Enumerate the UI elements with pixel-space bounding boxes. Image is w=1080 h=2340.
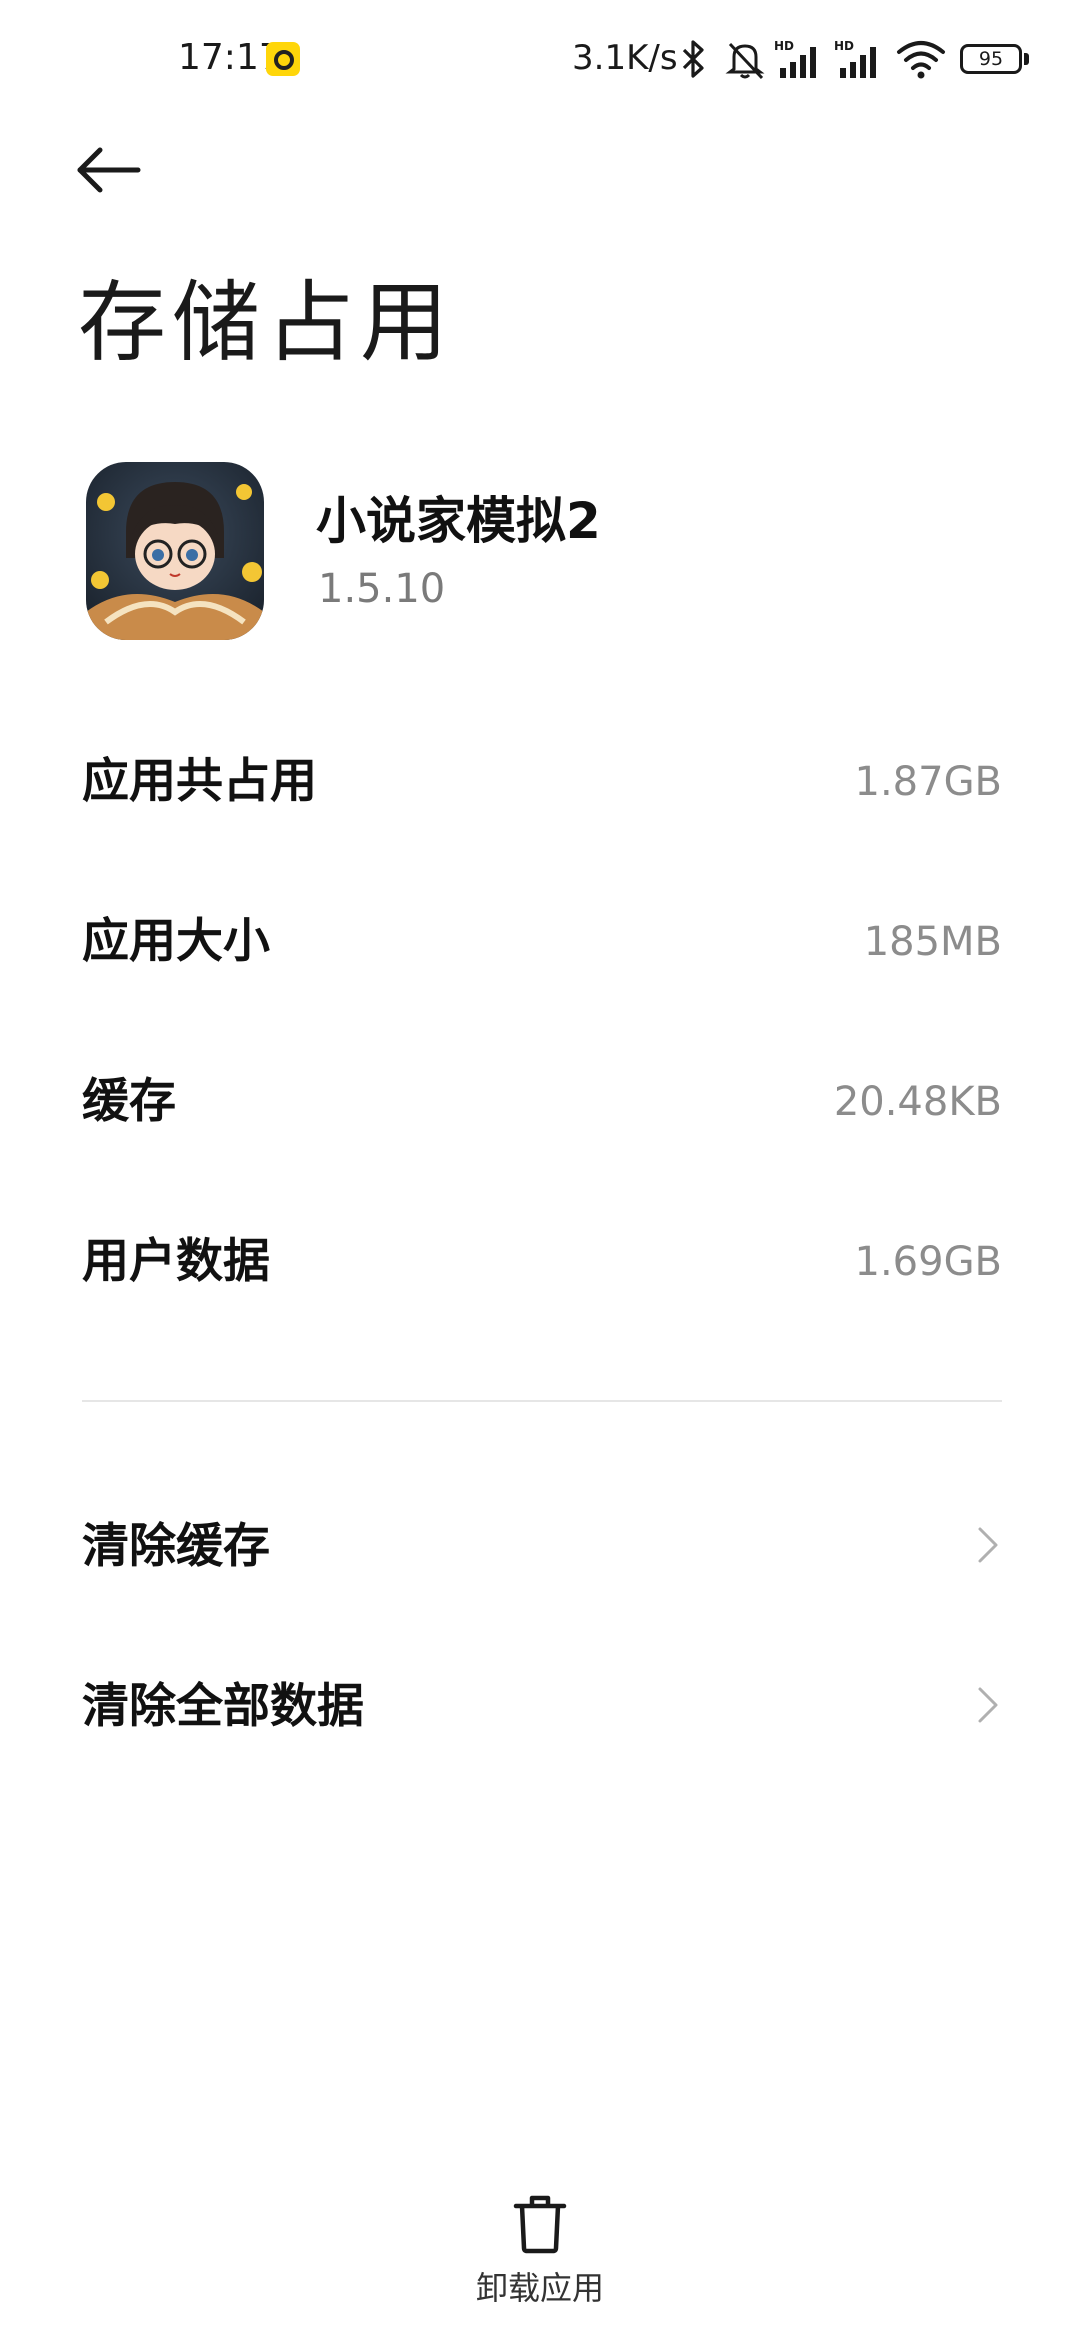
network-speed: 3.1K/s <box>572 38 678 78</box>
storage-page: 17:17 3.1K/s HD HD 95 存储占用 小说家模拟2 1.5.10… <box>0 0 1080 2340</box>
row-label: 缓存 <box>82 1074 176 1129</box>
divider <box>82 1400 1002 1402</box>
storage-row-cache: 缓存 20.48KB <box>0 1050 1080 1150</box>
row-label: 应用共占用 <box>82 754 317 809</box>
row-value: 1.69GB <box>854 1239 1003 1285</box>
row-label: 清除全部数据 <box>82 1679 364 1734</box>
row-label: 清除缓存 <box>82 1519 270 1574</box>
hd-signal-icon: HD <box>774 39 816 78</box>
row-label: 应用大小 <box>82 914 270 969</box>
notification-badge-icon <box>266 42 300 76</box>
battery-cap <box>1024 53 1029 65</box>
hd-signal-icon-2: HD <box>834 39 876 78</box>
app-icon <box>86 462 264 640</box>
svg-text:HD: HD <box>834 39 854 53</box>
clear-all-data-button[interactable]: 清除全部数据 <box>0 1655 1080 1755</box>
clear-cache-button[interactable]: 清除缓存 <box>0 1495 1080 1595</box>
uninstall-button[interactable]: 卸载应用 <box>440 2180 640 2320</box>
storage-row-app-size: 应用大小 185MB <box>0 890 1080 990</box>
chevron-right-icon <box>978 1527 998 1563</box>
row-value: 185MB <box>863 919 1002 965</box>
storage-row-user-data: 用户数据 1.69GB <box>0 1210 1080 1310</box>
row-value: 20.48KB <box>833 1079 1002 1125</box>
bluetooth-icon <box>682 40 704 78</box>
row-value: 1.87GB <box>854 759 1003 805</box>
row-label: 用户数据 <box>82 1234 270 1289</box>
wifi-icon <box>897 41 945 79</box>
app-version: 1.5.10 <box>318 566 446 612</box>
arrow-left-icon[interactable] <box>70 140 150 200</box>
svg-text:HD: HD <box>774 39 794 53</box>
chevron-right-icon <box>978 1687 998 1723</box>
status-bar: 17:17 3.1K/s HD HD 95 <box>0 0 1080 120</box>
battery-level: 95 <box>978 48 1004 70</box>
page-title: 存储占用 <box>78 271 455 374</box>
mute-bell-icon <box>725 42 765 80</box>
app-avatar-icon <box>86 462 264 640</box>
battery-icon: 95 <box>960 44 1022 74</box>
storage-row-total: 应用共占用 1.87GB <box>0 730 1080 830</box>
app-name: 小说家模拟2 <box>316 492 601 550</box>
trash-icon <box>513 2195 567 2254</box>
uninstall-label: 卸载应用 <box>475 2269 604 2307</box>
